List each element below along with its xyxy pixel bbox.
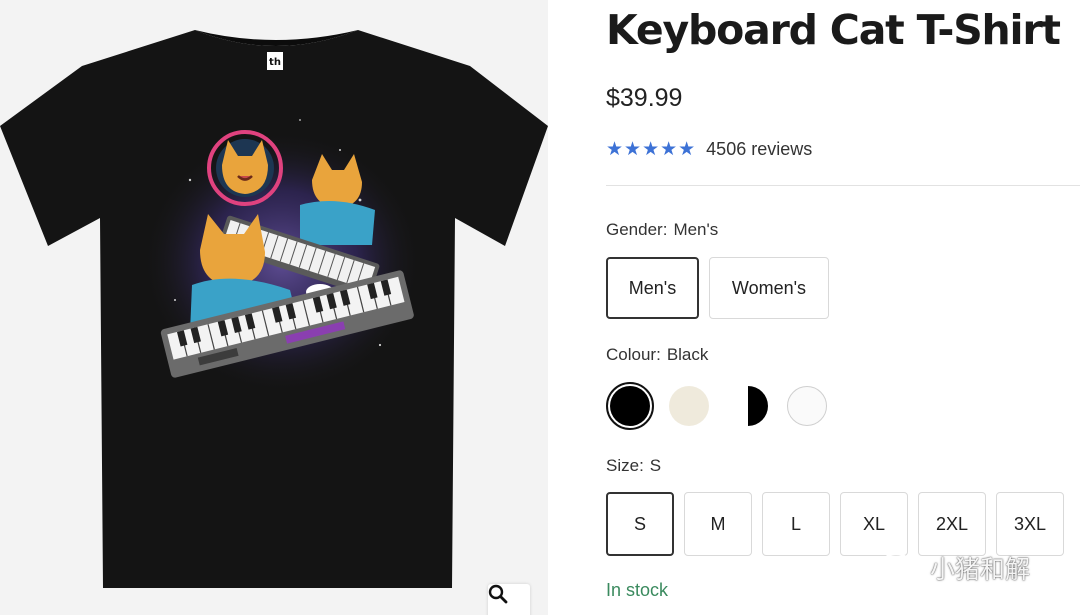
colour-swatch-black[interactable] — [606, 382, 654, 430]
colour-swatch-white[interactable] — [783, 382, 831, 430]
rating[interactable]: ★★★★★ 4506 reviews — [606, 138, 812, 160]
colour-value: Black — [666, 345, 709, 364]
colour-swatch-black-white[interactable] — [724, 382, 772, 430]
colour-swatch-natural[interactable] — [665, 382, 713, 430]
gender-label: Gender: Men's — [606, 220, 719, 239]
watermark-text: 小猪和解 — [930, 555, 1031, 584]
product-gallery: th — [0, 0, 548, 615]
size-option-l[interactable]: L — [762, 492, 830, 556]
size-option-3xl[interactable]: 3XL — [996, 492, 1064, 556]
colour-label: Colour: Black — [606, 345, 709, 364]
gender-option-mens[interactable]: Men's — [606, 257, 699, 319]
divider — [606, 185, 1080, 186]
review-count-link[interactable]: 4506 reviews — [706, 139, 812, 160]
tshirt-image: th — [0, 30, 548, 588]
size-option-xl[interactable]: XL — [840, 492, 908, 556]
svg-text:th: th — [269, 57, 281, 68]
wechat-icon — [880, 552, 923, 583]
magnifier-icon — [488, 584, 508, 604]
product-info: Keyboard Cat T-Shirt $39.99 ★★★★★ 4506 r… — [606, 0, 1080, 615]
watermark: 小猪和解 — [880, 550, 1030, 586]
colour-swatches — [606, 382, 842, 430]
gender-options: Men's Women's — [606, 257, 829, 319]
star-rating-icon: ★★★★★ — [606, 138, 697, 160]
gender-option-womens[interactable]: Women's — [709, 257, 829, 319]
stock-status: In stock — [606, 580, 669, 600]
product-title: Keyboard Cat T-Shirt — [606, 6, 1061, 54]
size-label: Size: S — [606, 456, 662, 475]
size-option-2xl[interactable]: 2XL — [918, 492, 986, 556]
size-option-s[interactable]: S — [606, 492, 674, 556]
size-value: S — [649, 456, 662, 475]
gender-value: Men's — [673, 220, 719, 239]
size-options: S M L XL 2XL 3XL — [606, 492, 1064, 556]
size-option-m[interactable]: M — [684, 492, 752, 556]
product-price: $39.99 — [606, 84, 683, 112]
zoom-button[interactable] — [488, 584, 530, 615]
